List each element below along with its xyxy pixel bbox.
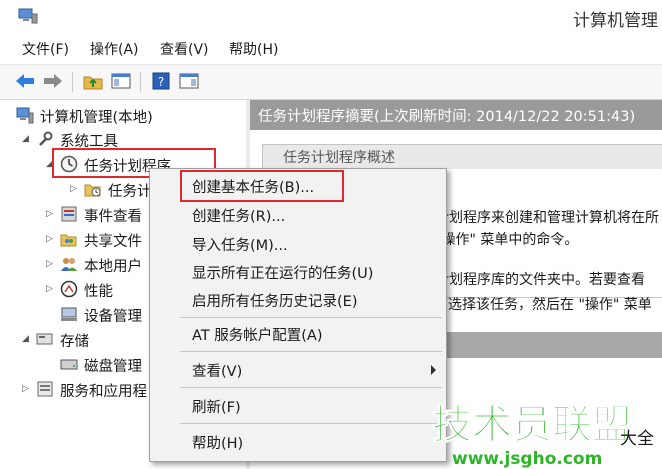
- toolbar: ?: [0, 64, 662, 100]
- up-folder-icon[interactable]: [82, 71, 104, 91]
- collapse-arrow-icon[interactable]: ◢: [22, 333, 32, 345]
- highlight-box-create-basic-task: [180, 170, 344, 202]
- menu-view[interactable]: 查看(V): [160, 39, 209, 59]
- tree-label: 存储: [60, 334, 89, 350]
- summary-header-text: 任务计划程序摘要(上次刷新时间: 2014/12/22 20:51:43): [258, 109, 636, 125]
- svg-text:?: ?: [158, 75, 164, 89]
- menu-separator: [180, 423, 442, 424]
- menu-item-show-running-tasks[interactable]: 显示所有正在运行的任务(U): [150, 259, 446, 285]
- expand-arrow-icon[interactable]: ▷: [46, 283, 56, 295]
- watermark-logo: 技术员联盟 大全 www.jsgho.com: [432, 402, 655, 469]
- event-viewer-icon: [61, 206, 77, 222]
- performance-icon: [60, 280, 78, 298]
- overview-line: 中选择该任务，然后在 "操作" 菜单: [434, 297, 652, 313]
- tree-label: 共享文件: [84, 234, 142, 250]
- tree-label: 任务计: [108, 184, 152, 200]
- watermark-brand: 技术员联盟: [432, 402, 632, 448]
- context-menu: 创建基本任务(B)... 创建任务(R)... 导入任务(M)... 显示所有正…: [149, 168, 447, 462]
- tree-label: 设备管理: [84, 309, 142, 325]
- expand-arrow-icon[interactable]: ▷: [22, 383, 32, 395]
- watermark-url: www.jsgho.com: [452, 449, 602, 469]
- services-icon: [37, 381, 53, 397]
- menu-action[interactable]: 操作(A): [90, 39, 139, 59]
- expand-arrow-icon[interactable]: ▷: [46, 233, 56, 245]
- menu-item-refresh[interactable]: 刷新(F): [150, 393, 446, 419]
- tree-node-storage[interactable]: ◢ 存储: [22, 328, 132, 352]
- help-icon[interactable]: ?: [150, 71, 172, 91]
- expand-arrow-icon[interactable]: ▷: [46, 258, 56, 270]
- summary-header: 任务计划程序摘要(上次刷新时间: 2014/12/22 20:51:43): [250, 100, 662, 130]
- tree-node-services-apps[interactable]: ▷ 服务和应用程: [22, 378, 162, 402]
- watermark-corner: 大全: [620, 429, 654, 449]
- menu-item-enable-task-history[interactable]: 启用所有任务历史记录(E): [150, 287, 446, 313]
- tree-label: 事件查看: [84, 209, 142, 225]
- folder-clock-icon: [84, 184, 101, 197]
- storage-icon: [36, 333, 53, 345]
- collapse-arrow-icon[interactable]: ◢: [22, 133, 32, 145]
- show-action-pane-icon[interactable]: [178, 71, 200, 91]
- tree-node-local-users[interactable]: ▷ 本地用户: [46, 253, 156, 277]
- forward-arrow-icon[interactable]: [42, 71, 64, 91]
- back-arrow-icon[interactable]: [14, 71, 36, 91]
- menu-help[interactable]: 帮助(H): [229, 39, 278, 59]
- users-icon: [61, 258, 77, 271]
- overview-panel-title: 任务计划程序概述: [283, 150, 395, 166]
- menu-item-import-task[interactable]: 导入任务(M)...: [150, 231, 446, 257]
- tools-icon: [39, 131, 53, 146]
- computer-management-icon: [18, 8, 38, 24]
- disk-icon: [60, 359, 78, 370]
- tree-node-task-scheduler-library[interactable]: ▷ 任务计: [70, 178, 160, 202]
- tree-label: 本地用户: [84, 259, 142, 275]
- submenu-arrow-icon: [431, 365, 436, 375]
- window-title: 计算机管理: [573, 11, 658, 31]
- menu-separator: [180, 387, 442, 388]
- title-bar: 计算机管理: [0, 0, 662, 34]
- tree-node-event-viewer[interactable]: ▷ 事件查看: [46, 203, 156, 227]
- menu-file[interactable]: 文件(F): [22, 39, 69, 59]
- menu-item-at-service-account[interactable]: AT 服务帐户配置(A): [150, 321, 446, 347]
- tree-label: 计算机管理(本地): [40, 110, 153, 126]
- tree-node-shared-folders[interactable]: ▷ 共享文件: [46, 228, 156, 252]
- expand-arrow-icon[interactable]: ▷: [70, 183, 80, 195]
- computer-management-icon: [16, 107, 34, 124]
- menu-item-help[interactable]: 帮助(H): [150, 429, 446, 455]
- menu-item-create-task[interactable]: 创建任务(R)...: [150, 202, 446, 228]
- overview-line: 计划程序来创建和管理计算机将在所: [435, 210, 659, 226]
- toolbar-separator: [72, 72, 73, 92]
- menu-separator: [180, 317, 442, 318]
- tree-node-root[interactable]: 计算机管理(本地): [16, 104, 236, 128]
- tree-node-performance[interactable]: ▷ 性能: [46, 278, 156, 302]
- menu-separator: [180, 351, 442, 352]
- tree-label: 磁盘管理: [84, 359, 142, 375]
- toolbar-separator: [140, 72, 141, 92]
- device-manager-icon: [61, 307, 77, 321]
- show-hide-console-icon[interactable]: [110, 71, 132, 91]
- overview-line: 计划程序库的文件夹中。若要查看: [435, 272, 645, 288]
- tree-label: 服务和应用程: [60, 384, 147, 400]
- menu-item-view[interactable]: 查看(V): [150, 357, 446, 383]
- overview-panel-header[interactable]: 任务计划程序概述: [263, 145, 662, 169]
- overview-line: "操作" 菜单中的命令。: [435, 232, 579, 248]
- shared-folder-icon: [60, 234, 77, 247]
- menu-bar: 文件(F) 操作(A) 查看(V) 帮助(H): [0, 36, 662, 60]
- tree-label: 性能: [84, 284, 113, 300]
- expand-arrow-icon[interactable]: ▷: [46, 208, 56, 220]
